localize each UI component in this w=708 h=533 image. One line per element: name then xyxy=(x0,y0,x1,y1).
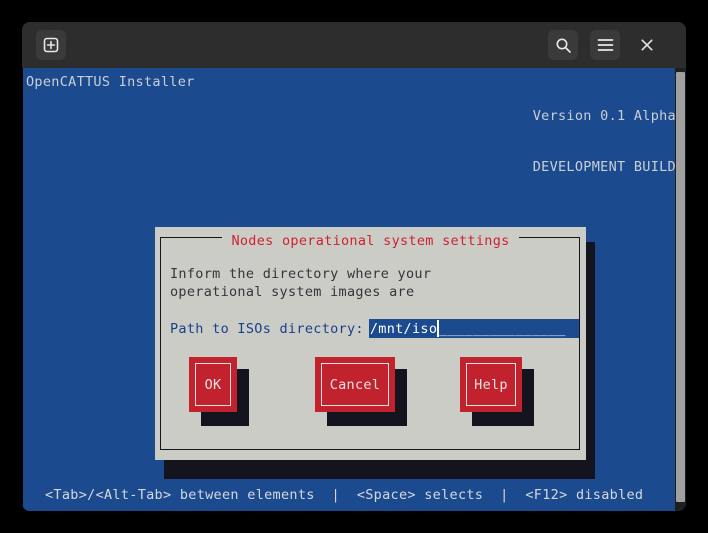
ok-button-wrap: OK xyxy=(189,357,284,435)
cancel-button[interactable]: Cancel xyxy=(315,357,395,412)
build-line: DEVELOPMENT BUILD xyxy=(532,159,676,175)
dialog-instruction-text: Inform the directory where your operatio… xyxy=(170,266,432,300)
search-button[interactable] xyxy=(548,30,578,60)
help-button[interactable]: Help xyxy=(460,357,522,412)
version-line: Version 0.1 Alpha xyxy=(532,108,676,124)
page-title: OpenCATTUS Installer xyxy=(26,74,195,90)
iso-path-fill: _______________ xyxy=(439,320,566,337)
terminal-window: OpenCATTUS Installer Version 0.1 Alpha D… xyxy=(22,22,686,511)
tui-screen: OpenCATTUS Installer Version 0.1 Alpha D… xyxy=(22,68,686,511)
tui-content: OpenCATTUS Installer Version 0.1 Alpha D… xyxy=(23,68,679,511)
close-icon xyxy=(641,39,653,51)
ok-button-label: OK xyxy=(204,376,222,393)
scrollbar-thumb[interactable] xyxy=(676,72,685,502)
plus-in-square-icon xyxy=(43,37,59,53)
status-bar-hints: <Tab>/<Alt-Tab> between elements | <Spac… xyxy=(45,487,644,503)
help-button-label: Help xyxy=(474,376,508,393)
vertical-scrollbar[interactable] xyxy=(675,68,686,511)
dialog-button-row: OK Cancel Help xyxy=(155,357,586,435)
search-icon xyxy=(556,38,571,53)
iso-path-label: Path to ISOs directory: xyxy=(170,320,364,337)
iso-path-field-row: Path to ISOs directory: /mnt/iso _______… xyxy=(170,319,579,338)
menu-button[interactable] xyxy=(590,30,620,60)
dialog-title: Nodes operational system settings xyxy=(222,233,519,249)
version-block: Version 0.1 Alpha DEVELOPMENT BUILD xyxy=(533,74,676,210)
ok-button[interactable]: OK xyxy=(189,357,237,412)
status-bar: <Tab>/<Alt-Tab> between elements | <Spac… xyxy=(24,479,679,511)
dialog-title-wrap: Nodes operational system settings xyxy=(155,230,586,249)
hamburger-menu-icon xyxy=(597,39,613,51)
help-button-wrap: Help xyxy=(460,357,555,435)
close-button[interactable] xyxy=(632,30,662,60)
cancel-button-wrap: Cancel xyxy=(315,357,410,435)
settings-dialog: Nodes operational system settings Inform… xyxy=(155,227,586,460)
new-tab-button[interactable] xyxy=(36,30,66,60)
window-titlebar xyxy=(22,22,686,68)
iso-path-value: /mnt/iso xyxy=(369,320,438,337)
iso-path-input[interactable]: /mnt/iso _______________ xyxy=(368,319,579,338)
cancel-button-label: Cancel xyxy=(329,376,381,393)
